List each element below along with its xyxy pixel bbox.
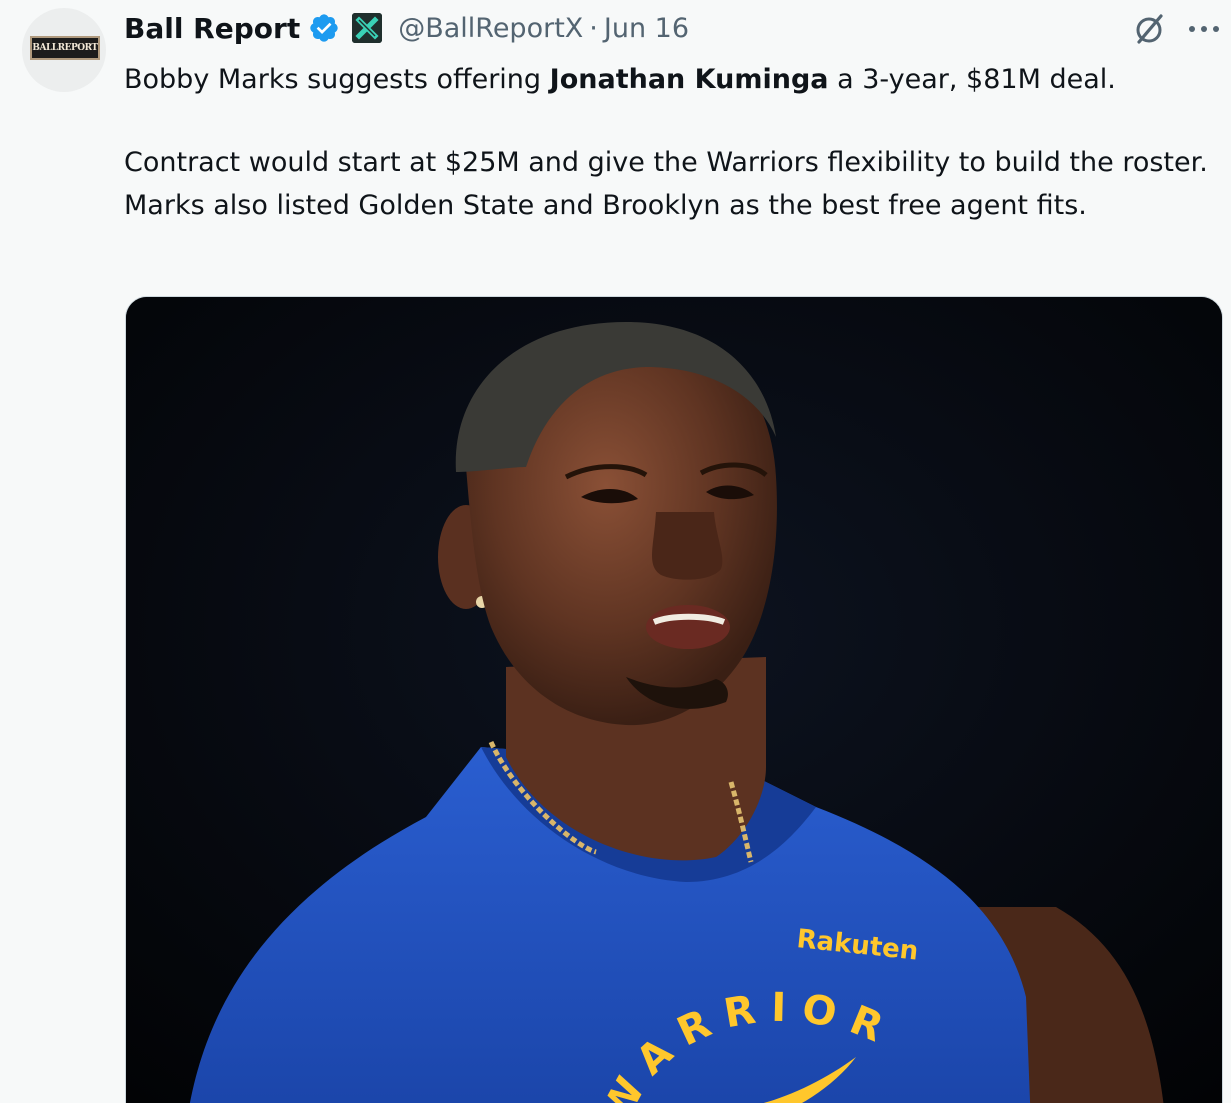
more-icon[interactable] xyxy=(1186,14,1222,44)
display-name[interactable]: Ball Report xyxy=(124,12,300,45)
tweet[interactable]: BALLREPORT Ball Report @BallReportX · Ju… xyxy=(0,0,1231,1103)
tweet-header: Ball Report @BallReportX · Jun 16 xyxy=(124,8,689,48)
grok-icon[interactable] xyxy=(1130,10,1168,48)
tweet-paragraph-2: Contract would start at $25M and give th… xyxy=(124,147,1208,221)
avatar[interactable]: BALLREPORT xyxy=(22,8,106,92)
tweet-paragraph-1: Bobby Marks suggests offering Jonathan K… xyxy=(124,58,1209,101)
header-separator: · xyxy=(589,12,598,44)
avatar-logo: BALLREPORT xyxy=(30,36,100,60)
tweet-text-part: Bobby Marks suggests offering xyxy=(124,64,550,95)
verified-badge-icon[interactable] xyxy=(308,12,340,44)
x-affiliate-icon[interactable] xyxy=(352,13,383,43)
user-handle[interactable]: @BallReportX xyxy=(398,13,583,44)
tweet-media-photo[interactable]: Rakuten WARRIORS xyxy=(125,296,1223,1103)
player-photo: Rakuten WARRIORS xyxy=(126,297,1222,1103)
tweet-date[interactable]: Jun 16 xyxy=(604,13,689,44)
tweet-text-part: a 3-year, $81M deal. xyxy=(828,64,1116,95)
tweet-text: Bobby Marks suggests offering Jonathan K… xyxy=(124,58,1209,227)
player-name: Jonathan Kuminga xyxy=(549,64,829,95)
